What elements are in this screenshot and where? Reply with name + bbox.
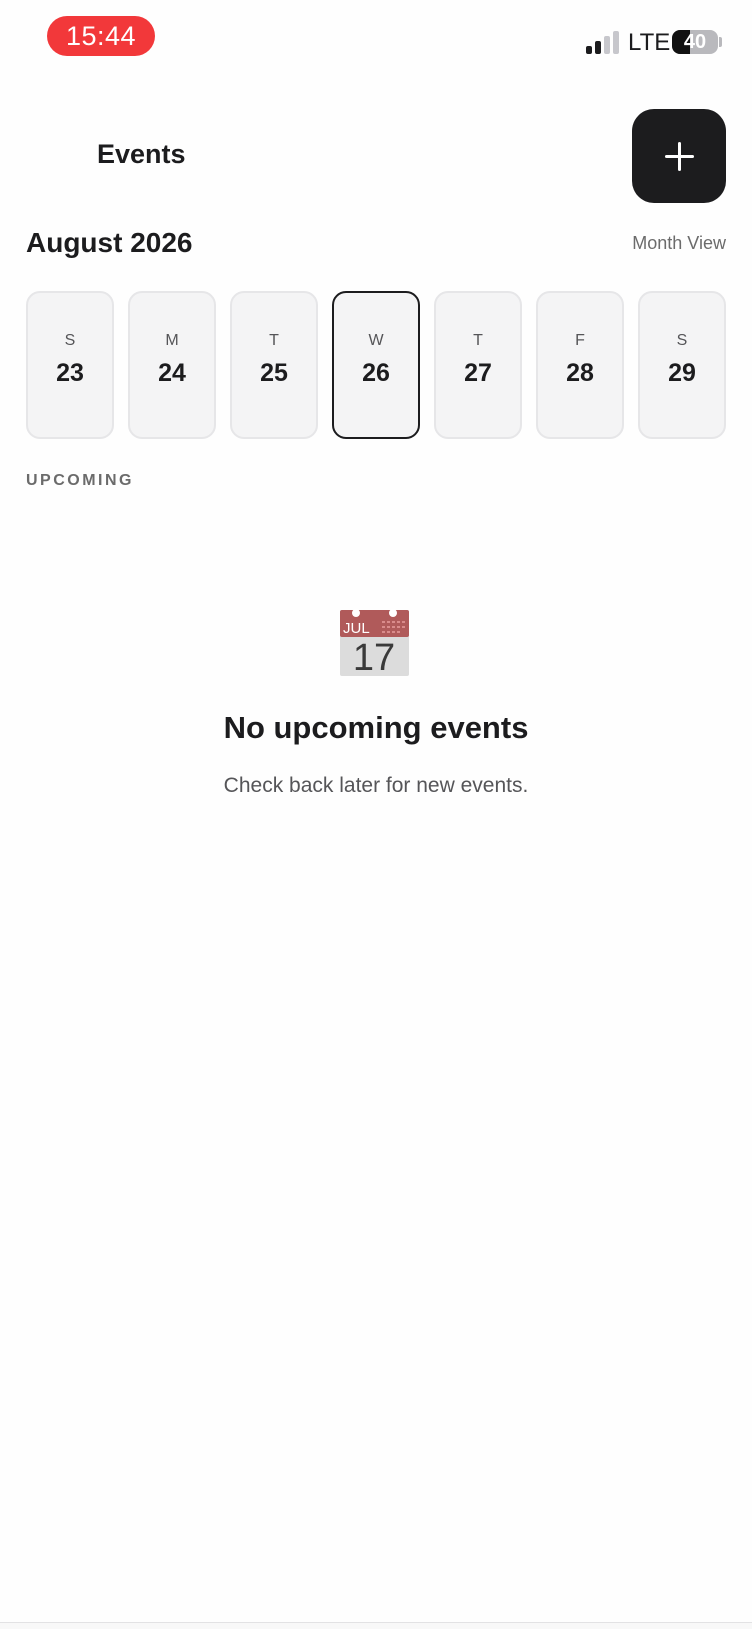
- day-card[interactable]: S 29: [638, 291, 726, 439]
- week-day-strip: S 23 M 24 T 25 W 26 T 27 F 28 S 29: [26, 291, 726, 439]
- day-number: 25: [260, 359, 288, 387]
- day-card[interactable]: T 25: [230, 291, 318, 439]
- network-label: LTE: [628, 29, 671, 56]
- day-number: 29: [668, 359, 696, 387]
- tab-bar: [0, 1622, 752, 1629]
- battery-icon: 40: [672, 30, 718, 54]
- calendar-icon-month: JUL: [343, 620, 370, 637]
- page-title: Events: [97, 139, 186, 169]
- day-number: 27: [464, 359, 492, 387]
- day-of-week: T: [473, 332, 483, 349]
- day-number: 24: [158, 359, 186, 387]
- day-of-week: T: [269, 332, 279, 349]
- day-card[interactable]: T 27: [434, 291, 522, 439]
- month-view-button[interactable]: Month View: [632, 231, 726, 255]
- day-card[interactable]: F 28: [536, 291, 624, 439]
- battery-tip: [719, 37, 722, 47]
- calendar-icon: JUL 17: [340, 609, 409, 677]
- day-of-week: W: [368, 332, 384, 349]
- day-card[interactable]: M 24: [128, 291, 216, 439]
- battery-percent: 40: [683, 31, 707, 53]
- events-screen: 15:44 LTE 40 Events August 2026 Month Vi…: [0, 0, 752, 1629]
- add-event-button[interactable]: [632, 109, 726, 203]
- day-number: 28: [566, 359, 594, 387]
- day-of-week: S: [64, 332, 76, 349]
- status-bar: 15:44 LTE 40: [0, 0, 752, 80]
- day-of-week: S: [676, 332, 688, 349]
- signal-icon: [586, 30, 622, 54]
- day-of-week: F: [575, 332, 585, 349]
- empty-state-subtitle: Check back later for new events.: [223, 774, 529, 797]
- calendar-icon-day: 17: [353, 637, 395, 677]
- day-number: 26: [362, 359, 390, 387]
- status-time[interactable]: 15:44: [47, 16, 155, 56]
- day-card[interactable]: S 23: [26, 291, 114, 439]
- empty-state-title: No upcoming events: [223, 710, 529, 745]
- day-number: 23: [56, 359, 84, 387]
- month-label: August 2026: [26, 227, 193, 258]
- day-of-week: M: [165, 332, 179, 349]
- upcoming-section-label: UPCOMING: [26, 472, 134, 489]
- day-card[interactable]: W 26: [332, 291, 420, 439]
